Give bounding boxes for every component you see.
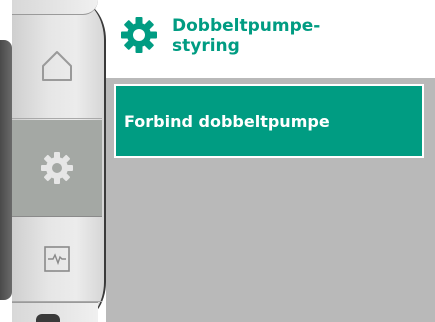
gear-icon — [121, 17, 157, 53]
page-header: Dobbeltpumpe- styring — [112, 6, 432, 70]
menu-item-label: Forbind dobbeltpumpe — [124, 111, 330, 131]
sidebar-item-settings[interactable] — [12, 120, 102, 217]
sidebar-item-home[interactable] — [12, 14, 102, 119]
drum-knob — [36, 314, 60, 322]
menu-item-connect-double-pump[interactable]: Forbind dobbeltpumpe — [116, 86, 422, 156]
diagnostics-icon — [44, 246, 70, 272]
gear-icon — [41, 152, 73, 184]
screen: Dobbeltpumpe- styring Forbind dobbeltpum… — [0, 0, 435, 322]
bezel-edge — [0, 40, 12, 300]
device-bezel — [0, 0, 12, 322]
menu-panel: Forbind dobbeltpumpe — [106, 78, 435, 322]
sidebar-item-diagnostics[interactable] — [12, 217, 102, 302]
drum-top-edge — [12, 0, 98, 15]
page-title: Dobbeltpumpe- styring — [172, 16, 412, 56]
page-title-line2: styring — [172, 36, 240, 56]
page-title-line1: Dobbeltpumpe- — [172, 16, 321, 36]
home-icon — [42, 51, 72, 81]
